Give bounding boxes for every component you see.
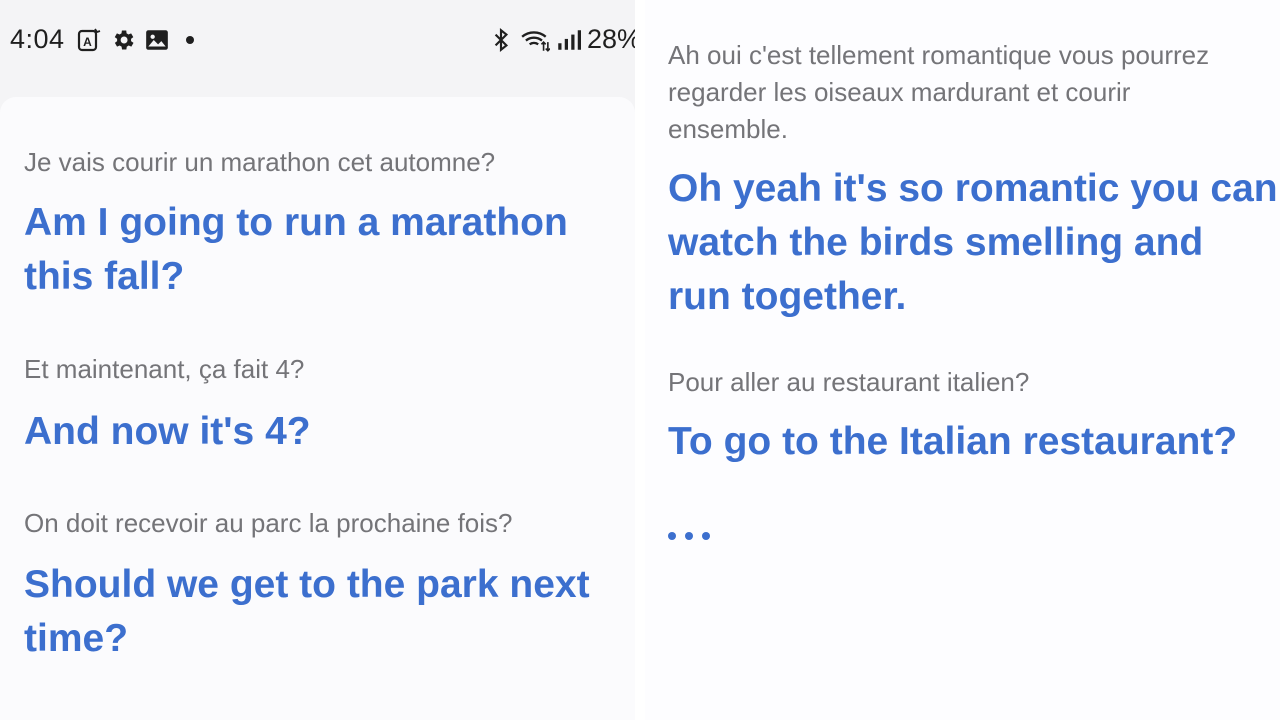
source-text: Et maintenant, ça fait 4? — [24, 354, 305, 384]
translated-text: Should we get to the park next time? — [24, 558, 590, 666]
wifi-icon — [520, 27, 551, 53]
listening-indicator — [668, 532, 710, 540]
gear-icon — [110, 27, 136, 53]
image-icon — [144, 27, 170, 53]
left-screen: 4:04 A 28 Je vais courir un marathon cet… — [0, 0, 635, 720]
svg-text:A: A — [83, 35, 92, 49]
source-line: ensemble. — [668, 114, 788, 144]
translated-line: To go to the Italian restaurant? — [668, 420, 1238, 463]
source-line: regarder les oiseaux mardurant et courir — [668, 77, 1131, 107]
auto-translate-icon: A — [77, 27, 103, 53]
indicator-dot — [685, 532, 693, 540]
bluetooth-icon — [488, 27, 514, 53]
screenshot-divider — [635, 0, 645, 720]
indicator-dot — [668, 532, 676, 540]
source-text: Pour aller au restaurant italien? — [668, 364, 1029, 401]
translated-line: run together. — [668, 275, 907, 318]
battery-percentage: 28% — [587, 24, 635, 54]
source-text: Je vais courir un marathon cet automne? — [24, 147, 496, 177]
status-bar: 4:04 A 28 — [0, 0, 635, 80]
translated-text: And now it's 4? — [24, 405, 311, 459]
signal-icon — [555, 27, 581, 53]
translated-line: Should we get to the park next — [24, 563, 590, 606]
translated-text: Oh yeah it's so romantic you can watch t… — [668, 162, 1278, 324]
translated-text: Am I going to run a marathon this fall? — [24, 196, 568, 304]
source-text: On doit recevoir au parc la prochaine fo… — [24, 508, 513, 538]
translated-line: this fall? — [24, 255, 185, 298]
notification-dot — [186, 36, 194, 44]
translated-line: And now it's 4? — [24, 410, 311, 453]
indicator-dot — [702, 532, 710, 540]
source-line: Pour aller au restaurant italien? — [668, 367, 1030, 397]
screenshot-canvas: 4:04 A 28 Je vais courir un marathon cet… — [0, 0, 1280, 720]
translated-line: watch the birds smelling and — [668, 221, 1204, 264]
translated-line: Am I going to run a marathon — [24, 201, 568, 244]
status-time: 4:04 — [10, 24, 65, 54]
source-text: Ah oui c'est tellement romantique vous p… — [668, 37, 1209, 148]
translated-text: To go to the Italian restaurant? — [668, 415, 1237, 469]
translated-line: time? — [24, 617, 129, 660]
source-line: Ah oui c'est tellement romantique vous p… — [668, 40, 1210, 70]
translated-line: Oh yeah it's so romantic you can — [668, 167, 1278, 210]
